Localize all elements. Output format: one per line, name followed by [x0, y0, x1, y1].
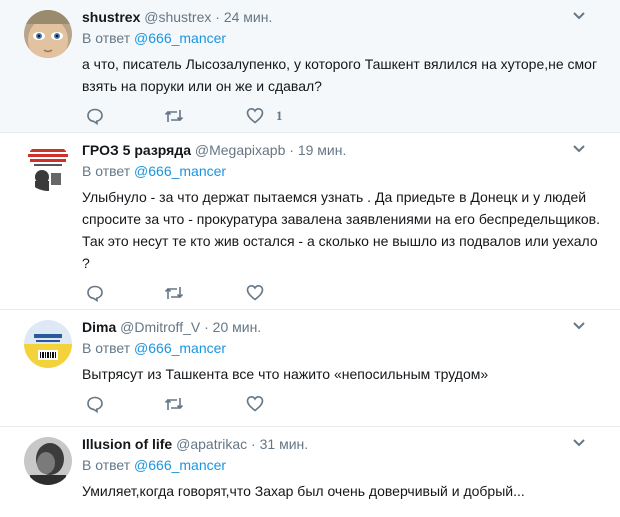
avatar-face-image — [24, 10, 72, 58]
tweet[interactable]: ГРОЗ 5 разряда @Megapixapb · 19 мин. В о… — [0, 133, 620, 310]
reply-context: В ответ @666_mancer — [82, 456, 604, 474]
retweet-button[interactable] — [164, 284, 184, 302]
heart-icon — [246, 395, 264, 412]
chevron-down-icon[interactable] — [572, 11, 586, 21]
separator-dot: · — [204, 319, 209, 335]
timestamp[interactable]: 24 мин. — [224, 9, 273, 25]
action-bar: 1 — [82, 97, 604, 137]
avatar-poster-image — [24, 143, 72, 191]
tweet[interactable]: shustrex @shustrex · 24 мин. В ответ @66… — [0, 0, 620, 133]
reply-prefix: В ответ — [82, 30, 131, 46]
display-name[interactable]: Dima — [82, 319, 116, 335]
timestamp[interactable]: 31 мин. — [260, 436, 309, 452]
tweet-header: Dima @Dmitroff_V · 20 мин. — [82, 318, 604, 336]
tweet[interactable]: Illusion of life @apatrikac · 31 мин. В … — [0, 427, 620, 517]
separator-dot: · — [251, 436, 256, 452]
user-handle[interactable]: @shustrex — [144, 9, 211, 25]
reply-icon — [87, 396, 103, 413]
like-button[interactable] — [246, 395, 264, 412]
display-name[interactable]: Illusion of life — [82, 436, 172, 452]
avatar[interactable] — [24, 437, 72, 485]
reply-to-link[interactable]: @666_mancer — [134, 457, 226, 473]
tweet-text: Вытрясут из Ташкента все что нажито «неп… — [82, 366, 489, 382]
like-count: 1 — [276, 107, 283, 123]
tweet-header: Illusion of life @apatrikac · 31 мин. — [82, 435, 604, 453]
reply-to-link[interactable]: @666_mancer — [134, 163, 226, 179]
avatar[interactable] — [24, 10, 72, 58]
tweet-feed: shustrex @shustrex · 24 мин. В ответ @66… — [0, 0, 620, 517]
separator-dot: · — [215, 9, 220, 25]
reply-button[interactable] — [86, 395, 104, 413]
display-name[interactable]: shustrex — [82, 9, 140, 25]
like-button[interactable]: 1 — [246, 107, 283, 124]
reply-context: В ответ @666_mancer — [82, 29, 604, 47]
avatar-portrait-image — [24, 437, 72, 485]
retweet-icon — [164, 110, 184, 122]
reply-prefix: В ответ — [82, 340, 131, 356]
reply-button[interactable] — [86, 107, 104, 125]
tweet-text: Улыбнуло - за что держат пытаемся узнать… — [82, 189, 600, 271]
avatar[interactable] — [24, 320, 72, 368]
retweet-button[interactable] — [164, 395, 184, 413]
avatar[interactable] — [24, 143, 72, 191]
avatar-flag-image — [24, 320, 72, 368]
heart-icon — [246, 284, 264, 301]
action-bar — [82, 385, 604, 425]
retweet-button[interactable] — [164, 107, 184, 125]
user-handle[interactable]: @Megapixapb — [195, 142, 286, 158]
user-handle[interactable]: @Dmitroff_V — [120, 319, 200, 335]
reply-prefix: В ответ — [82, 163, 131, 179]
tweet[interactable]: Dima @Dmitroff_V · 20 мин. В ответ @666_… — [0, 310, 620, 427]
reply-button[interactable] — [86, 284, 104, 302]
heart-icon — [246, 107, 264, 124]
tweet-header: ГРОЗ 5 разряда @Megapixapb · 19 мин. — [82, 141, 604, 159]
retweet-icon — [164, 287, 184, 299]
retweet-icon — [164, 398, 184, 410]
tweet-text: Умиляет,когда говорят,что Захар был очен… — [82, 483, 525, 499]
chevron-down-icon[interactable] — [572, 144, 586, 154]
reply-context: В ответ @666_mancer — [82, 339, 604, 357]
reply-context: В ответ @666_mancer — [82, 162, 604, 180]
tweet-text: а что, писатель Лысозалупенко, у которог… — [82, 56, 598, 94]
reply-to-link[interactable]: @666_mancer — [134, 340, 226, 356]
timestamp[interactable]: 19 мин. — [298, 142, 347, 158]
like-button[interactable] — [246, 284, 264, 301]
action-bar — [82, 274, 604, 314]
separator-dot: · — [289, 142, 294, 158]
reply-icon — [87, 108, 103, 125]
display-name[interactable]: ГРОЗ 5 разряда — [82, 142, 191, 158]
reply-prefix: В ответ — [82, 457, 131, 473]
chevron-down-icon[interactable] — [572, 321, 586, 331]
timestamp[interactable]: 20 мин. — [213, 319, 262, 335]
reply-icon — [87, 285, 103, 302]
user-handle[interactable]: @apatrikac — [176, 436, 247, 452]
chevron-down-icon[interactable] — [572, 438, 586, 448]
reply-to-link[interactable]: @666_mancer — [134, 30, 226, 46]
tweet-header: shustrex @shustrex · 24 мин. — [82, 8, 604, 26]
